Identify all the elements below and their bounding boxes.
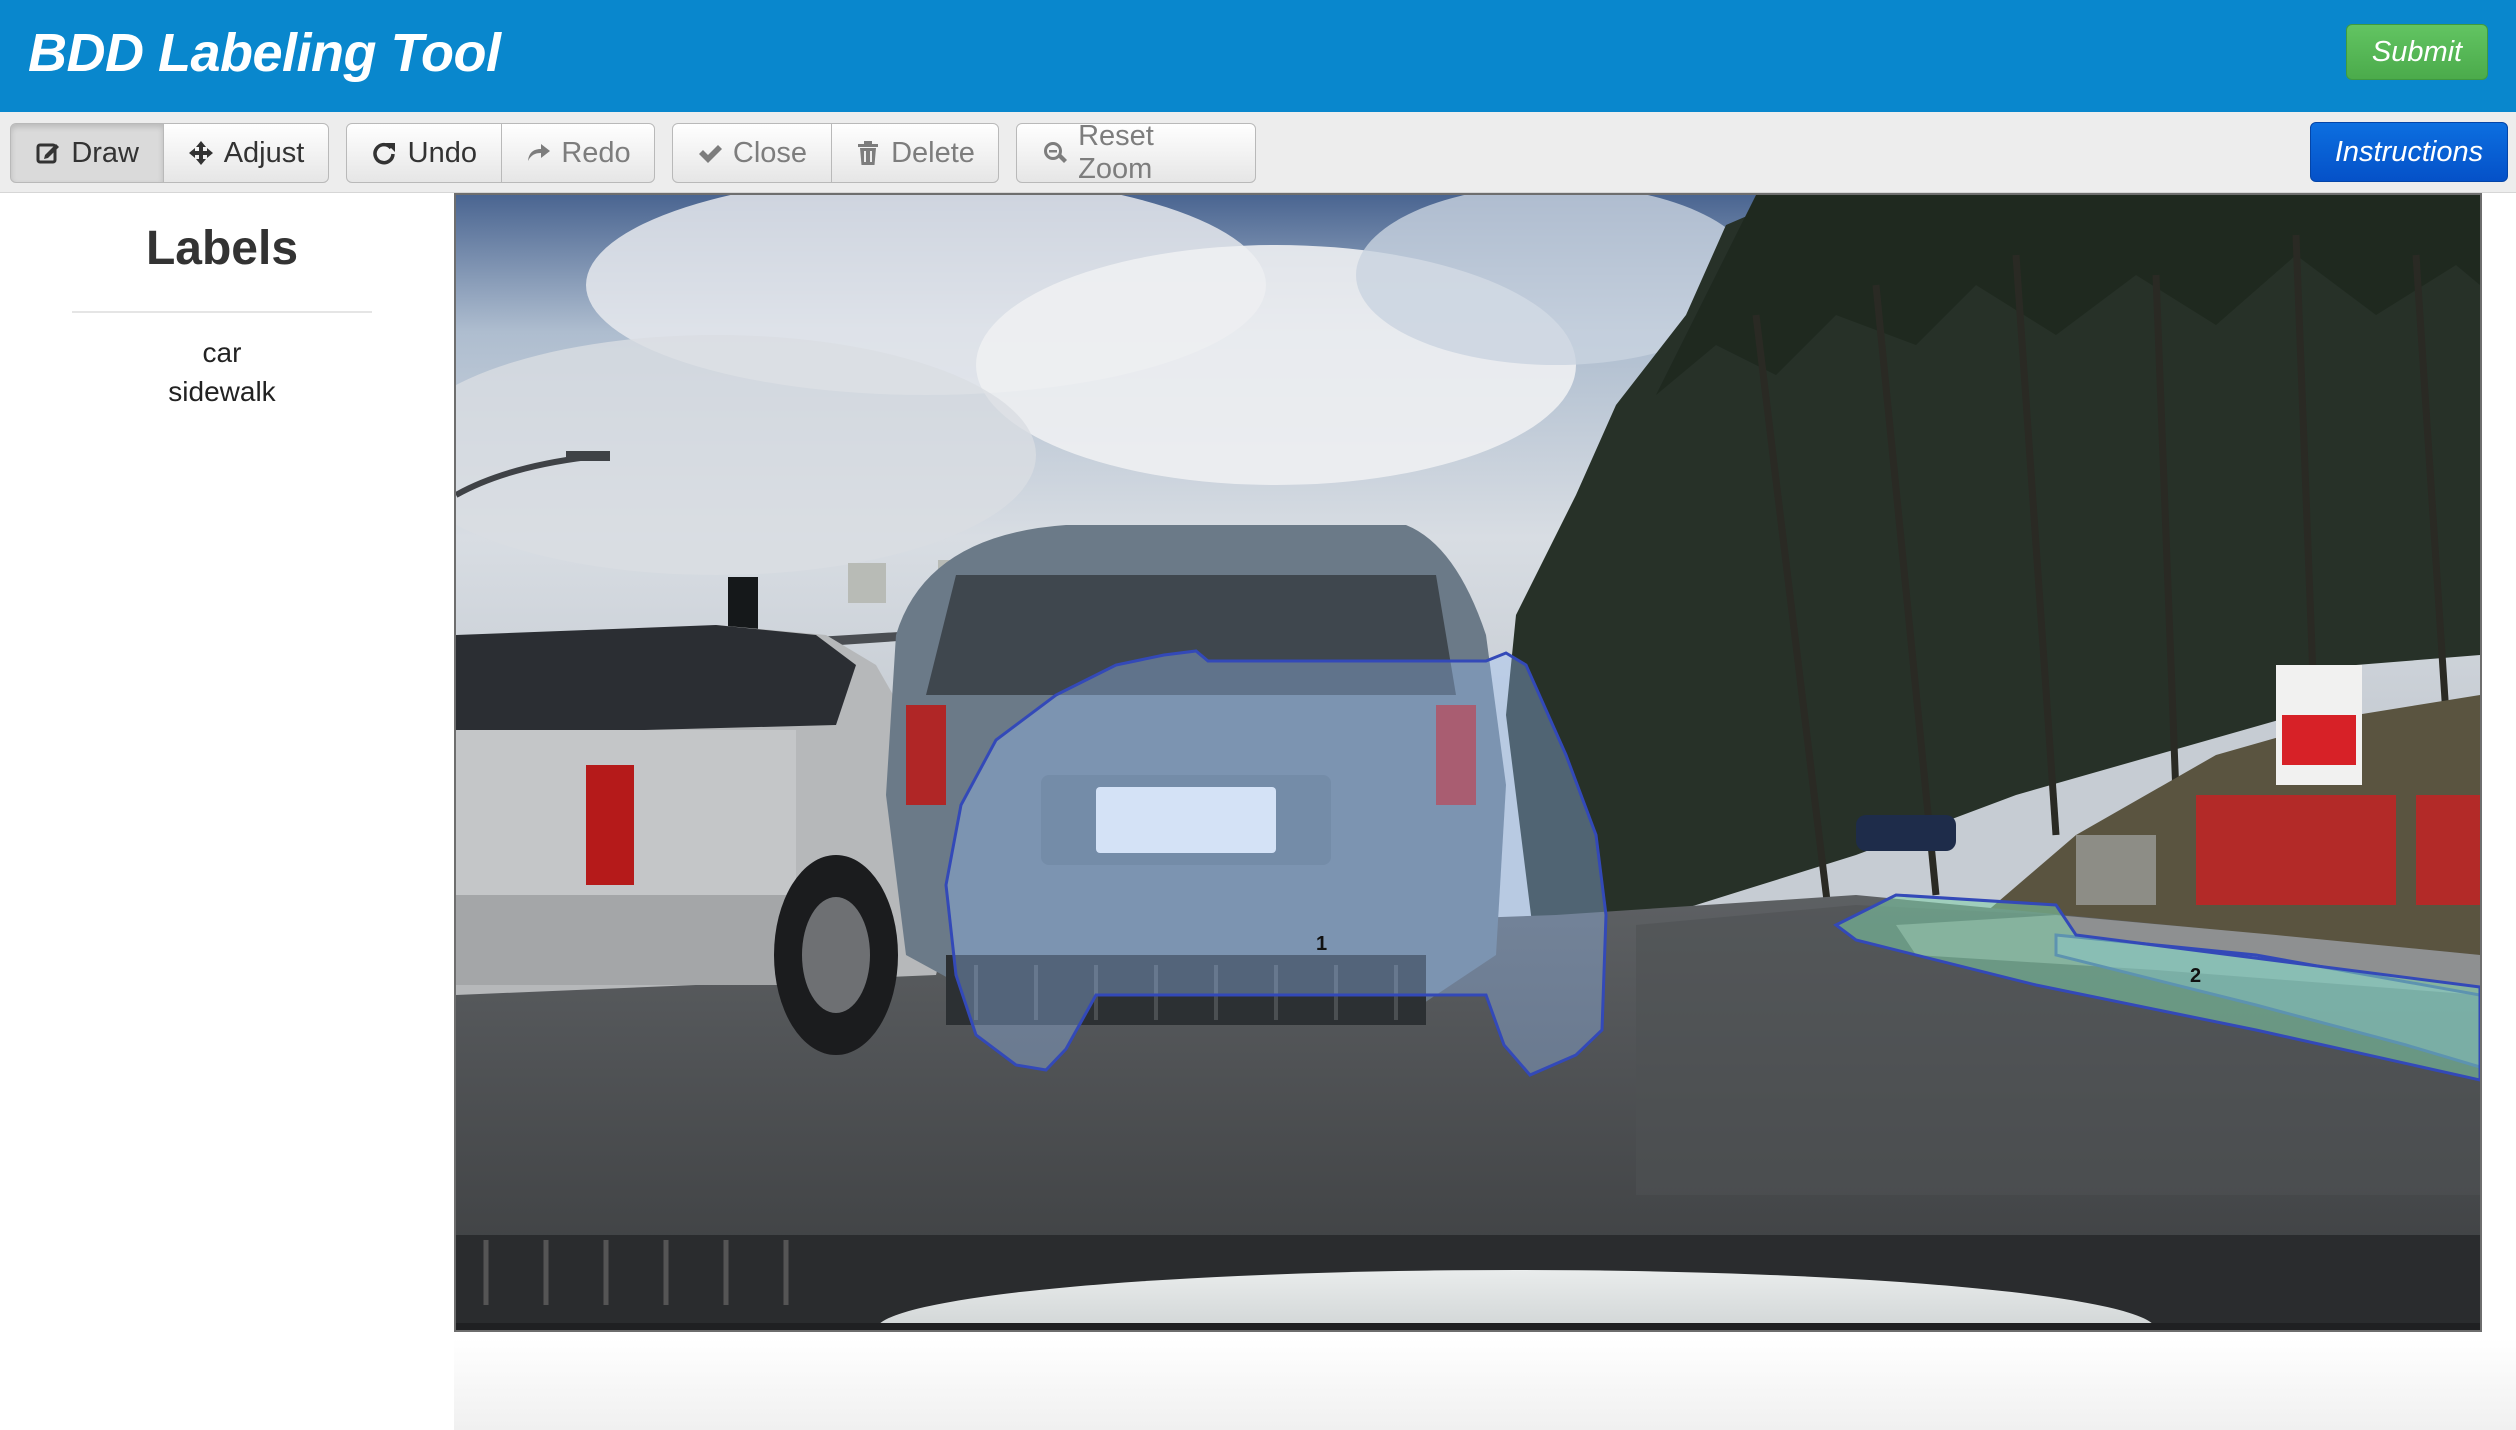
image-canvas[interactable]: 1 2: [454, 193, 2482, 1332]
app-header: BDD Labeling Tool Submit: [0, 0, 2516, 113]
redo-icon: [525, 139, 551, 167]
history-button-group: Undo Redo: [346, 123, 655, 183]
close-button[interactable]: Close: [672, 123, 832, 183]
zoom-button-group: Reset Zoom: [1016, 120, 1256, 185]
undo-button[interactable]: Undo: [346, 123, 502, 183]
adjust-label: Adjust: [223, 136, 305, 169]
adjust-button[interactable]: Adjust: [163, 123, 329, 183]
move-icon: [188, 139, 214, 167]
close-label: Close: [732, 136, 808, 169]
toolbar: Draw Adjust Undo Redo Close Delete Reset…: [0, 112, 2516, 193]
label-list: car sidewalk: [0, 333, 444, 411]
submit-button[interactable]: Submit: [2346, 24, 2488, 80]
label-item-sidewalk[interactable]: sidewalk: [0, 372, 444, 411]
draw-button[interactable]: Draw: [10, 123, 164, 183]
labels-title: Labels: [145, 222, 299, 275]
delete-label: Delete: [891, 136, 975, 169]
labels-sidebar: Labels car sidewalk: [0, 193, 450, 1430]
reset-zoom-button[interactable]: Reset Zoom: [1016, 120, 1256, 185]
redo-label: Redo: [561, 136, 631, 169]
delete-button[interactable]: Delete: [831, 123, 999, 183]
divider: [72, 311, 372, 313]
checkmark-icon: [697, 139, 723, 167]
reset-zoom-label: Reset Zoom: [1078, 120, 1154, 185]
annotation-label-1: 1: [1316, 933, 1328, 955]
polygon-button-group: Close Delete: [672, 123, 999, 183]
annotation-label-2: 2: [2190, 965, 2202, 987]
draw-label: Draw: [71, 136, 139, 169]
label-item-car[interactable]: car: [0, 333, 444, 372]
zoom-out-icon: [1041, 139, 1068, 167]
undo-icon: [371, 139, 398, 167]
page-footer-shade: [454, 1338, 2516, 1430]
road-scene-image: [456, 195, 2480, 1330]
instructions-button[interactable]: Instructions: [2310, 122, 2508, 182]
redo-button[interactable]: Redo: [501, 123, 655, 183]
app-title: BDD Labeling Tool: [28, 23, 501, 83]
mode-button-group: Draw Adjust: [10, 123, 329, 183]
edit-icon: [35, 139, 61, 167]
trash-icon: [855, 139, 881, 167]
undo-label: Undo: [407, 136, 477, 169]
